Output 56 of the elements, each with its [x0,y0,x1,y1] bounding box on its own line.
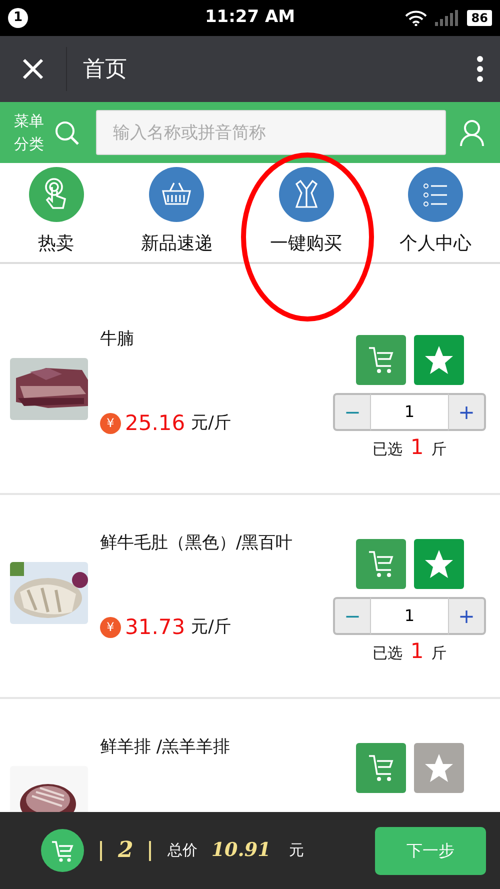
selected-unit: 斤 [432,438,447,460]
product-price: 25.16 [125,410,186,436]
price-unit: 元/斤 [191,616,231,638]
battery-level: 86 [467,10,492,26]
selected-count: 1 [410,638,424,664]
cart-icon [50,838,74,862]
cart-icon [366,345,394,375]
search-icon [54,120,80,146]
status-time: 11:27 AM [204,6,296,30]
cart-icon [366,549,394,579]
nav-item[interactable]: 新品速递 [112,163,242,262]
search-field[interactable]: 输入名称或拼音简称 [96,110,446,155]
star-icon [424,549,454,579]
basket-icon [149,167,204,222]
currency-badge: ¥ [100,412,121,434]
quantity-field[interactable]: 1 [371,393,448,430]
add-to-cart-button[interactable] [356,743,406,793]
quantity-field[interactable]: 1 [371,597,448,634]
add-to-cart-button[interactable] [356,539,406,589]
notification-badge: 1 [8,8,28,28]
price-unit: 元/斤 [191,412,231,434]
more-menu-button[interactable] [476,55,484,83]
tap-icon [28,167,84,222]
selected-unit: 斤 [432,642,447,664]
signal-icon [435,10,460,26]
product-price: 31.73 [125,614,186,640]
increase-button[interactable]: + [448,393,486,430]
product-name: 鲜羊排 /羔羊羊排 [100,736,232,759]
currency-badge: ¥ [100,616,121,638]
nav-item[interactable]: 热卖 [0,163,112,262]
selected-count: 1 [410,434,424,460]
close-icon [22,58,44,80]
page-title: 首页 [83,56,127,84]
star-icon [424,345,454,375]
more-icon [476,55,484,83]
user-icon[interactable] [460,118,484,146]
cart-icon [366,753,394,783]
add-to-cart-button[interactable] [356,335,406,385]
favorite-button[interactable] [414,539,464,589]
cart-button[interactable] [41,829,84,872]
selected-label: 已选 [372,642,402,664]
star-icon [424,753,454,783]
total-price: 10.91 [211,838,271,864]
favorite-button[interactable] [414,743,464,793]
cart-count: 2 [118,836,134,865]
product-name: 鲜牛毛肚（黑色）/黑百叶 [100,532,294,555]
increase-button[interactable]: + [448,597,486,634]
nav-item[interactable]: 个人中心 [370,163,500,262]
bow-icon [278,167,334,222]
total-label: 总价 [167,840,198,862]
product-name: 牛腩 [100,328,135,351]
wifi-icon [405,10,428,26]
favorite-button[interactable] [414,335,464,385]
total-currency: 元 [288,840,304,862]
selected-label: 已选 [372,438,402,460]
list-icon [408,167,463,222]
